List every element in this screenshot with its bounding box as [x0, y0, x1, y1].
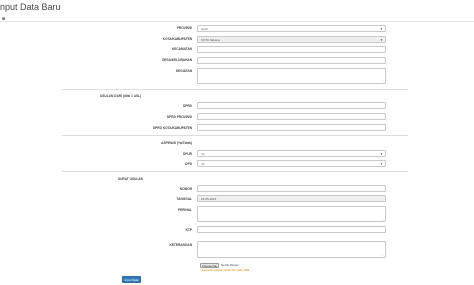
dpd-select[interactable]: Ya ▼ [197, 160, 386, 167]
choose-file-button[interactable]: Choose File [200, 263, 219, 268]
caret-down-icon: ▼ [380, 38, 383, 42]
resize-handle-icon[interactable]: ⋱ [382, 218, 385, 221]
surat-section-label: SURAT USULAN [118, 177, 143, 181]
usulan-section-label: USULAN DARI (diisi 1 ASL) [100, 94, 142, 98]
dpu-label: DPUR [182, 152, 192, 156]
kota-value: KOTA Sabang [201, 38, 220, 42]
dpu-select[interactable]: Ya ▼ [197, 150, 386, 157]
provinsi-select[interactable]: Aceh ▼ [197, 25, 386, 32]
ktp-label: KTP [185, 228, 192, 232]
keterangan-textarea[interactable]: ⋱ [197, 241, 386, 258]
resize-handle-icon[interactable]: ⋱ [382, 254, 385, 257]
section-divider [62, 89, 408, 90]
kegiatan-label: KEGIATAN [175, 69, 192, 73]
desa-input[interactable] [197, 57, 386, 64]
dpd-label: DPD [185, 162, 192, 166]
dprd-label: DPRD [182, 104, 192, 108]
file-hint: * hanya file gambar, ukuran file maks: 2… [200, 268, 250, 272]
dprd-input[interactable] [197, 102, 386, 109]
section-divider [62, 135, 408, 136]
perihal-label: PERIHAL [178, 208, 192, 212]
dprd-prov-label: DPRD PROVINSI [166, 115, 192, 119]
nomor-input[interactable] [197, 185, 386, 192]
caret-down-icon: ▼ [380, 162, 383, 166]
kecamatan-input[interactable] [197, 46, 386, 53]
dprd-kota-input[interactable] [197, 124, 386, 131]
kegiatan-value [198, 79, 201, 83]
section-divider [62, 171, 408, 172]
caret-down-icon: ▼ [380, 152, 383, 156]
submit-button[interactable]: Input Data [122, 276, 141, 283]
dprd-prov-input[interactable] [197, 113, 386, 120]
desa-label: DESA/KELURAHAN [162, 58, 192, 62]
ktp-input[interactable] [197, 226, 386, 233]
perihal-value [198, 217, 201, 221]
tanggal-input[interactable]: 15-05-2015 [197, 195, 386, 202]
keterangan-value [198, 252, 201, 256]
provinsi-value: Aceh [201, 27, 208, 31]
header-divider [0, 21, 474, 22]
kegiatan-textarea[interactable]: ⋱ [197, 68, 386, 84]
dprd-kota-label: DPRD KOTA/KABUPATEN [152, 126, 192, 130]
aspirasi-section-label: ASPIRASI (Ya/Tidak) [161, 141, 192, 145]
keterangan-label: KETERANGAN [169, 243, 193, 247]
dpd-value: Ya [201, 162, 205, 166]
provinsi-label: PROVINSI [176, 26, 192, 30]
tanggal-label: TANGGAL [176, 197, 192, 201]
file-status: No file chosen [221, 263, 239, 267]
caret-down-icon: ▼ [380, 27, 383, 31]
kecamatan-label: KECAMATAN [171, 47, 192, 51]
page-title: nput Data Baru [0, 2, 61, 12]
kota-label: KOTA/KABUPATEN [162, 37, 192, 41]
resize-handle-icon[interactable]: ⋱ [382, 80, 385, 83]
kota-select[interactable]: KOTA Sabang ▼ [197, 36, 386, 43]
nomor-label: NOMOR [179, 187, 192, 191]
dpu-value: Ya [201, 152, 205, 156]
perihal-textarea[interactable]: ⋱ [197, 206, 386, 222]
